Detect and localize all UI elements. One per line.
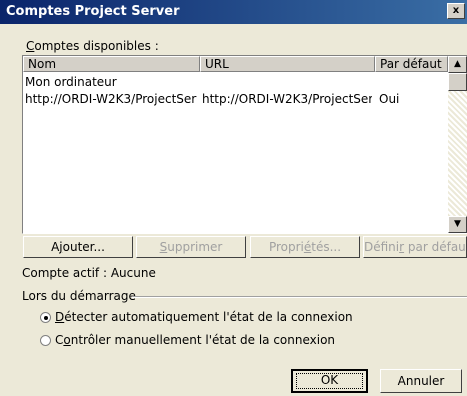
column-header-default[interactable]: Par défaut bbox=[375, 56, 448, 72]
account-name: http://ORDI-W2K3/ProjectServe bbox=[25, 92, 197, 106]
scroll-down-icon[interactable]: ▼ bbox=[448, 216, 467, 233]
account-row[interactable]: Mon ordinateur bbox=[23, 74, 448, 91]
accounts-list[interactable]: Nom URL Par défaut Mon ordinateur http:/… bbox=[22, 55, 467, 234]
focus-rectangle bbox=[296, 373, 363, 389]
manual-control-label[interactable]: Contrôler manuellement l'état de la conn… bbox=[55, 333, 335, 347]
vertical-scrollbar[interactable]: ▲ ▼ bbox=[448, 56, 467, 233]
window-title: Comptes Project Server bbox=[6, 4, 180, 19]
set-default-button[interactable]: Définir par défaut bbox=[363, 236, 467, 258]
close-button[interactable]: x bbox=[447, 3, 465, 19]
available-accounts-label: Comptes disponibles : bbox=[26, 39, 159, 53]
ok-button[interactable]: OK bbox=[291, 369, 368, 393]
column-header-url[interactable]: URL bbox=[200, 56, 375, 72]
column-header-name[interactable]: Nom bbox=[23, 56, 200, 72]
properties-button[interactable]: Propriétés... bbox=[250, 236, 360, 258]
cancel-button[interactable]: Annuler bbox=[380, 369, 462, 393]
active-account-label: Compte actif : Aucune bbox=[22, 266, 156, 280]
account-row[interactable]: http://ORDI-W2K3/ProjectServe http://ORD… bbox=[23, 91, 448, 108]
dialog-window: Comptes Project Server x Comptes disponi… bbox=[0, 0, 467, 396]
scroll-thumb[interactable] bbox=[448, 73, 467, 91]
scroll-up-icon[interactable]: ▲ bbox=[448, 56, 467, 73]
auto-detect-label[interactable]: Détecter automatiquement l'état de la co… bbox=[55, 310, 353, 324]
add-button[interactable]: Ajouter... bbox=[23, 236, 133, 258]
auto-detect-radio[interactable] bbox=[40, 312, 51, 323]
account-url: http://ORDI-W2K3/ProjectServe bbox=[202, 92, 372, 106]
delete-button[interactable]: Supprimer bbox=[136, 236, 246, 258]
account-name: Mon ordinateur bbox=[25, 75, 117, 89]
startup-group-label: Lors du démarrage bbox=[22, 289, 136, 303]
title-bar: Comptes Project Server x bbox=[0, 0, 467, 24]
manual-control-radio[interactable] bbox=[40, 335, 51, 346]
radio-selected-dot bbox=[44, 316, 48, 320]
group-divider bbox=[132, 296, 467, 298]
account-default: Oui bbox=[379, 92, 400, 106]
